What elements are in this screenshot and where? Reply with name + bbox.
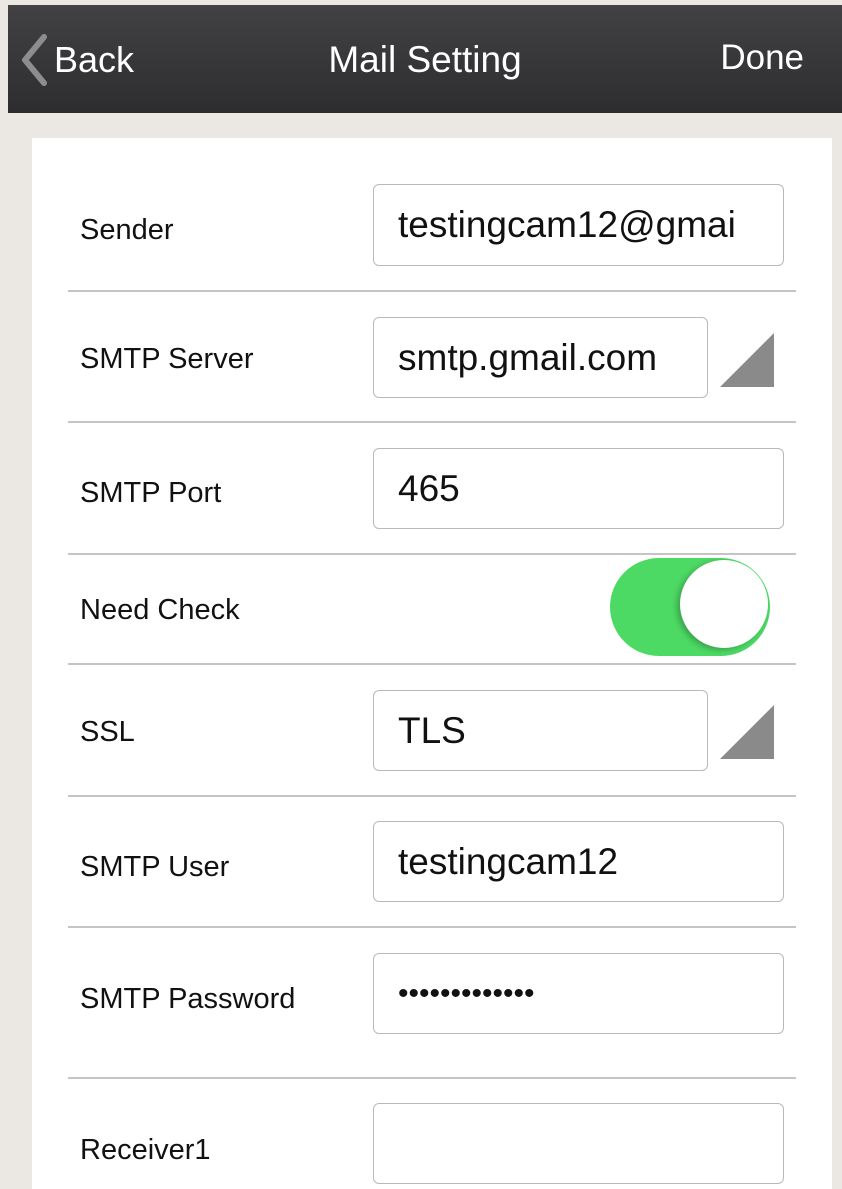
sender-label: Sender xyxy=(80,214,174,246)
receiver1-input[interactable] xyxy=(373,1103,784,1184)
divider xyxy=(68,1077,796,1079)
ssl-select[interactable]: TLS xyxy=(373,690,708,771)
dropdown-triangle-icon[interactable] xyxy=(720,705,774,759)
smtp-password-input[interactable]: ••••••••••••• xyxy=(373,953,784,1034)
smtp-user-input[interactable]: testingcam12 xyxy=(373,821,784,902)
divider xyxy=(68,795,796,797)
done-button[interactable]: Done xyxy=(720,38,804,78)
smtp-port-label: SMTP Port xyxy=(80,477,222,509)
navigation-bar: Back Mail Setting Done xyxy=(8,5,842,113)
dropdown-triangle-icon[interactable] xyxy=(720,333,774,387)
smtp-server-select[interactable]: smtp.gmail.com xyxy=(373,317,708,398)
sender-input[interactable]: testingcam12@gmai xyxy=(373,184,784,266)
page-title: Mail Setting xyxy=(328,39,522,80)
need-check-label: Need Check xyxy=(80,594,240,626)
smtp-user-label: SMTP User xyxy=(80,851,230,883)
divider xyxy=(68,663,796,665)
need-check-toggle[interactable] xyxy=(610,558,770,656)
divider xyxy=(68,926,796,928)
divider xyxy=(68,290,796,292)
smtp-password-label: SMTP Password xyxy=(80,983,296,1015)
smtp-port-input[interactable]: 465 xyxy=(373,448,784,529)
receiver1-label: Receiver1 xyxy=(80,1134,211,1166)
divider xyxy=(68,421,796,423)
smtp-server-label: SMTP Server xyxy=(80,343,254,375)
ssl-label: SSL xyxy=(80,716,135,748)
toggle-knob xyxy=(680,560,768,648)
divider xyxy=(68,553,796,555)
